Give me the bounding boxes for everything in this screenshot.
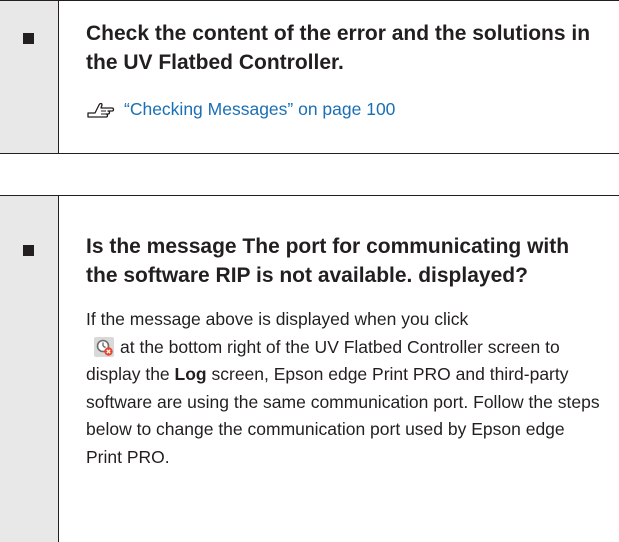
box-content: Is the message The port for communicatin… <box>59 196 619 542</box>
cross-reference-link[interactable]: “Checking Messages” on page 100 <box>86 97 605 121</box>
troubleshooting-box-port-message: Is the message The port for communicatin… <box>0 195 619 542</box>
bullet-column <box>0 1 59 153</box>
square-bullet-icon <box>23 245 34 256</box>
log-screen-name: Log <box>174 364 207 384</box>
link-text[interactable]: “Checking Messages” on page 100 <box>124 97 395 121</box>
box-content: Check the content of the error and the s… <box>59 1 619 153</box>
question-heading: Check the content of the error and the s… <box>86 22 591 74</box>
square-bullet-icon <box>23 33 34 44</box>
body-text-part1: If the message above is displayed when y… <box>86 309 469 329</box>
pointing-hand-icon <box>87 102 115 118</box>
troubleshooting-box-error-content: Check the content of the error and the s… <box>0 0 619 154</box>
body-paragraph: If the message above is displayed when y… <box>86 306 605 471</box>
bullet-column <box>0 196 59 542</box>
question-heading: Is the message The port for communicatin… <box>86 235 570 287</box>
log-error-icon <box>94 336 114 357</box>
